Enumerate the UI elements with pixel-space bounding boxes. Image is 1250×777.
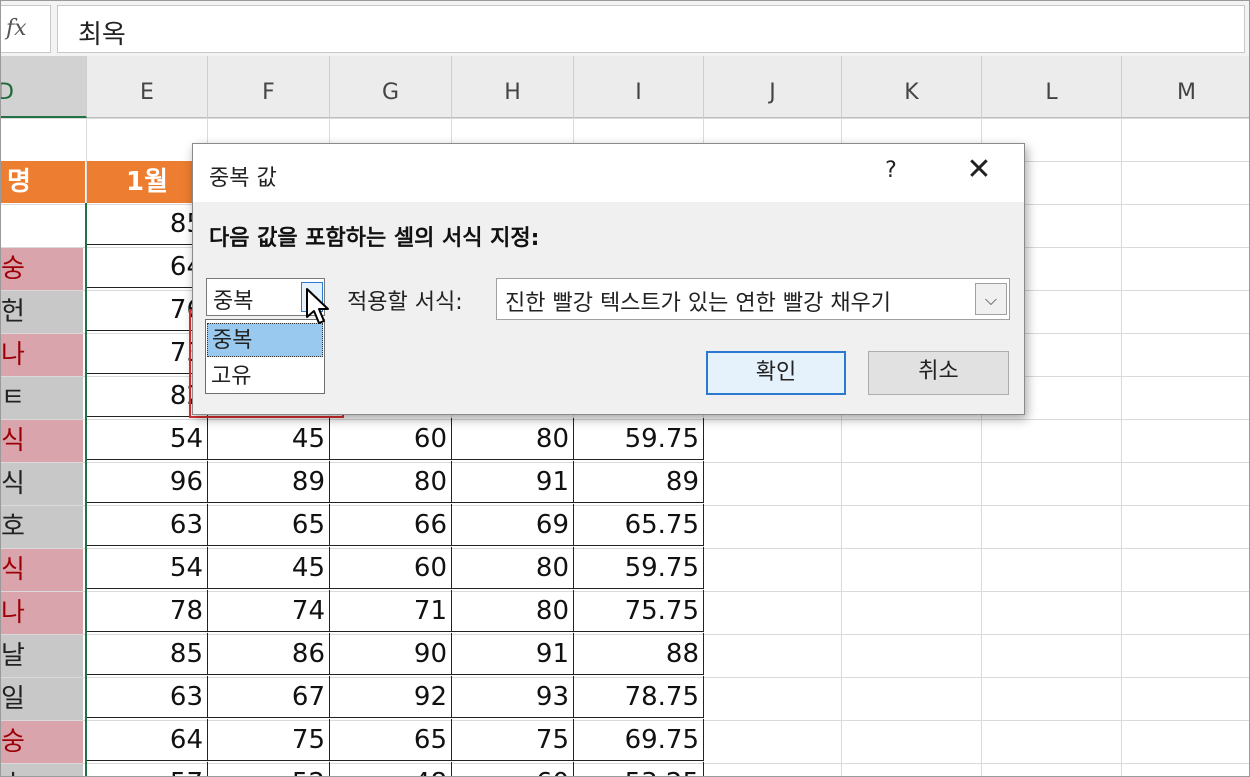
cell-h[interactable]: 80 — [452, 590, 574, 632]
column-header-e[interactable]: E — [87, 56, 208, 118]
name-cell[interactable]: 식 — [1, 549, 83, 591]
name-cell[interactable]: 호 — [1, 506, 83, 548]
cell-e[interactable]: 64 — [87, 719, 208, 761]
dialog-title: 중복 값 — [209, 166, 277, 191]
duplicate-type-value: 중복 — [213, 289, 254, 314]
cell-i[interactable]: 89 — [574, 461, 704, 503]
close-icon[interactable]: ✕ — [963, 154, 995, 186]
name-cell[interactable]: 숭 — [1, 721, 83, 763]
column-header-l[interactable]: L — [982, 56, 1122, 118]
cell-f[interactable]: 75 — [208, 719, 330, 761]
option-duplicate[interactable]: 중복 — [207, 323, 323, 357]
format-style-value: 진한 빨강 텍스트가 있는 연한 빨강 채우기 — [505, 291, 892, 316]
column-header-f[interactable]: F — [208, 56, 330, 118]
cell-i[interactable]: 88 — [574, 633, 704, 675]
cell-f[interactable]: 89 — [208, 461, 330, 503]
cell-i[interactable]: 65.75 — [574, 504, 704, 546]
name-cell[interactable]: 숭 — [1, 248, 83, 290]
name-cell[interactable]: 나 — [1, 334, 83, 376]
cell-e[interactable]: 57 — [87, 762, 208, 776]
cell-g[interactable]: 80 — [330, 461, 452, 503]
cell-f[interactable]: 86 — [208, 633, 330, 675]
cell-f[interactable]: 67 — [208, 676, 330, 718]
formula-input[interactable]: 최옥 — [57, 5, 1245, 53]
option-unique[interactable]: 고유 — [207, 360, 323, 394]
cell-h[interactable]: 60 — [452, 762, 574, 776]
column-header-m[interactable]: M — [1122, 56, 1249, 118]
cell-h[interactable]: 80 — [452, 418, 574, 460]
cell-i[interactable]: 59.75 — [574, 418, 704, 460]
cell-i[interactable]: 78.75 — [574, 676, 704, 718]
header-name-cell[interactable]: 명 — [1, 161, 85, 203]
cell-h[interactable]: 80 — [452, 547, 574, 589]
column-header-h[interactable]: H — [452, 56, 574, 118]
excel-window: fx 최옥 D E F G H I J K L M 명 1월 85 64 76 … — [0, 0, 1250, 777]
cell-g[interactable]: 71 — [330, 590, 452, 632]
name-cell[interactable]: 일 — [1, 678, 83, 720]
apply-format-label: 적용할 서식: — [347, 290, 463, 315]
name-cell[interactable]: 식 — [1, 463, 83, 505]
column-header-d[interactable]: D — [1, 56, 87, 118]
name-cell[interactable]: 헌 — [1, 291, 83, 333]
cell-g[interactable]: 90 — [330, 633, 452, 675]
cell-g[interactable]: 92 — [330, 676, 452, 718]
cell-g[interactable]: 60 — [330, 547, 452, 589]
cell-e[interactable]: 64 — [87, 246, 208, 288]
cell-i[interactable]: 69.75 — [574, 719, 704, 761]
chevron-down-icon[interactable]: ⌵ — [975, 283, 1007, 315]
cell-e[interactable]: 63 — [87, 504, 208, 546]
column-header-g[interactable]: G — [330, 56, 452, 118]
cell-g[interactable]: 66 — [330, 504, 452, 546]
name-cell[interactable]: 식 — [1, 420, 83, 462]
cell-h[interactable]: 91 — [452, 633, 574, 675]
cell-f[interactable]: 45 — [208, 547, 330, 589]
cell-g[interactable]: 48 — [330, 762, 452, 776]
cell-e[interactable]: 85 — [87, 633, 208, 675]
cell-f[interactable]: 74 — [208, 590, 330, 632]
cell-h[interactable]: 91 — [452, 461, 574, 503]
cell-e[interactable]: 78 — [87, 590, 208, 632]
cell-e[interactable]: 85 — [87, 203, 208, 245]
cell-e[interactable]: 63 — [87, 676, 208, 718]
cell-i[interactable]: 53.25 — [574, 762, 704, 776]
formula-value: 최옥 — [78, 20, 126, 50]
mouse-cursor-icon — [306, 288, 329, 324]
name-cell[interactable]: 날 — [1, 635, 83, 677]
fx-icon: fx — [6, 16, 27, 41]
cancel-button[interactable]: 취소 — [868, 351, 1009, 395]
cell-h[interactable]: 93 — [452, 676, 574, 718]
ok-button[interactable]: 확인 — [706, 351, 846, 395]
help-button[interactable]: ? — [879, 158, 903, 183]
cell-g[interactable]: 65 — [330, 719, 452, 761]
cell-f[interactable]: 52 — [208, 762, 330, 776]
column-header-j[interactable]: J — [704, 56, 842, 118]
duplicate-type-dropdown: 중복 고유 — [205, 319, 325, 394]
cell-e[interactable]: 96 — [87, 461, 208, 503]
cell-e[interactable]: 54 — [87, 547, 208, 589]
name-cell[interactable]: ㅌ — [1, 377, 83, 419]
cell-g[interactable]: 60 — [330, 418, 452, 460]
header-jan-cell[interactable]: 1월 — [87, 161, 207, 203]
cell-e[interactable]: 54 — [87, 418, 208, 460]
cell-h[interactable]: 69 — [452, 504, 574, 546]
dialog-titlebar: 중복 값 ? ✕ — [193, 144, 1024, 202]
formula-bar: fx 최옥 — [1, 1, 1249, 57]
column-header-k[interactable]: K — [842, 56, 982, 118]
cell-f[interactable]: 65 — [208, 504, 330, 546]
format-cells-label: 다음 값을 포함하는 셀의 서식 지정: — [209, 226, 540, 251]
cell-i[interactable]: 59.75 — [574, 547, 704, 589]
name-cell[interactable]: ㅣ — [1, 764, 83, 776]
cell-f[interactable]: 45 — [208, 418, 330, 460]
cell-i[interactable]: 75.75 — [574, 590, 704, 632]
column-header-i[interactable]: I — [574, 56, 704, 118]
fx-button[interactable]: fx — [1, 5, 51, 53]
format-style-select[interactable]: 진한 빨강 텍스트가 있는 연한 빨강 채우기 ⌵ — [496, 278, 1010, 320]
name-cell[interactable]: 나 — [1, 592, 83, 634]
cell-h[interactable]: 75 — [452, 719, 574, 761]
